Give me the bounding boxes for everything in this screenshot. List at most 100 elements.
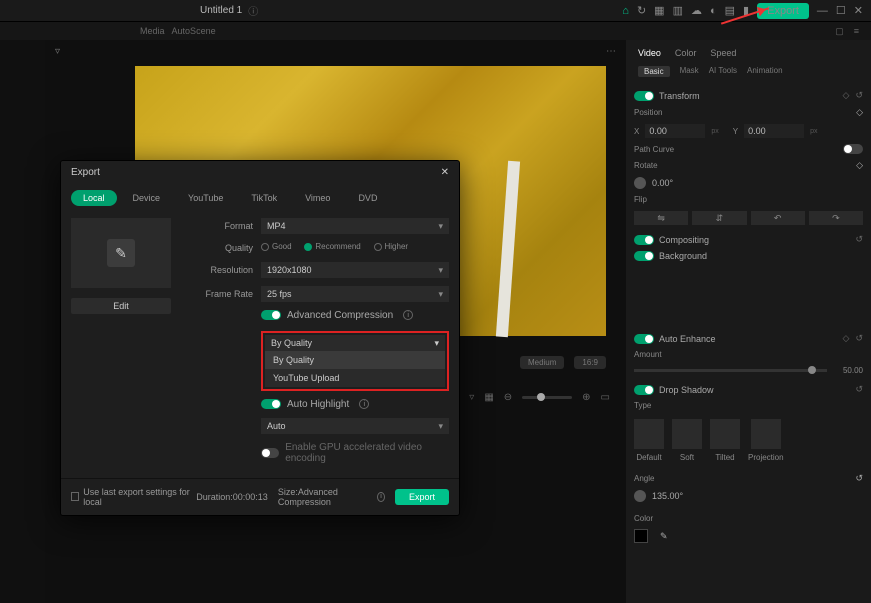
option-by-quality[interactable]: By Quality: [265, 351, 445, 369]
shadow-soft[interactable]: Soft: [672, 419, 702, 462]
rotate-ccw-button[interactable]: ↶: [751, 211, 805, 225]
subtab-animation[interactable]: Animation: [747, 66, 783, 77]
section-transform[interactable]: Transform ◇ ↺: [634, 87, 863, 104]
angle-reset-icon[interactable]: ↺: [855, 473, 863, 484]
flip-h-button[interactable]: ⇋: [634, 211, 688, 225]
reset-icon[interactable]: ↺: [855, 90, 863, 101]
dropshadow-label: Drop Shadow: [659, 385, 714, 395]
edit-button[interactable]: Edit: [71, 298, 171, 314]
grid2-icon[interactable]: ▥: [673, 4, 683, 17]
maximize-button[interactable]: ☐: [836, 4, 846, 17]
advcomp-toggle[interactable]: [261, 310, 281, 320]
amount-slider[interactable]: [634, 369, 827, 372]
zoom-in-icon[interactable]: ⊕: [582, 392, 590, 403]
more-icon[interactable]: ⋯: [606, 46, 616, 57]
pos-keyframe-icon[interactable]: ◇: [856, 107, 863, 117]
advcomp-info-icon[interactable]: i: [403, 310, 413, 320]
uselast-checkbox[interactable]: [71, 492, 79, 501]
shadow-default[interactable]: Default: [634, 419, 664, 462]
rotate-keyframe-icon[interactable]: ◇: [856, 160, 863, 171]
rotate-cw-button[interactable]: ↷: [809, 211, 863, 225]
size-info-icon[interactable]: i: [377, 492, 385, 502]
media-drop-icon[interactable]: ▿: [55, 46, 60, 57]
framerate-select[interactable]: 25 fps▾: [261, 286, 449, 302]
advcomp-select[interactable]: By Quality▾: [265, 335, 445, 351]
crumb-autoscene[interactable]: AutoScene: [172, 26, 216, 36]
ratio-pill[interactable]: 16:9: [574, 356, 606, 369]
tab-device[interactable]: Device: [121, 190, 173, 206]
tab-youtube[interactable]: YouTube: [176, 190, 235, 206]
quality-higher-radio[interactable]: Higher: [374, 242, 409, 251]
angle-knob[interactable]: [634, 490, 646, 502]
info-icon[interactable]: ⓘ: [248, 3, 258, 18]
dialog-title: Export: [71, 167, 100, 178]
tab-vimeo[interactable]: Vimeo: [293, 190, 342, 206]
minimize-button[interactable]: —: [817, 5, 828, 17]
section-compositing[interactable]: Compositing ↺: [634, 231, 863, 248]
autohighlight-info-icon[interactable]: i: [359, 399, 369, 409]
project-title: Untitled 1 ⓘ: [200, 3, 258, 18]
autoenhance-toggle[interactable]: [634, 334, 654, 344]
rotate-knob[interactable]: [634, 177, 646, 189]
autohighlight-select[interactable]: Auto▾: [261, 418, 449, 434]
tab-color[interactable]: Color: [675, 48, 697, 58]
position-y-input[interactable]: [744, 124, 804, 138]
ae-keyframe-icon[interactable]: ◇: [843, 333, 850, 344]
subtab-basic[interactable]: Basic: [638, 66, 670, 77]
grid1-icon[interactable]: ▦: [654, 4, 664, 17]
fit-icon[interactable]: ▭: [601, 392, 610, 403]
comp-reset-icon[interactable]: ↺: [855, 234, 863, 245]
crumb-media[interactable]: Media: [140, 26, 165, 36]
zoom-slider[interactable]: [522, 396, 572, 399]
header-action-2[interactable]: ≡: [854, 26, 859, 37]
background-toggle[interactable]: [634, 251, 654, 261]
section-dropshadow[interactable]: Drop Shadow ↺: [634, 381, 863, 398]
rotate-value: 0.00°: [652, 178, 673, 188]
resolution-select[interactable]: 1920x1080▾: [261, 262, 449, 278]
home-icon[interactable]: ⌂: [622, 5, 629, 17]
quality-good-radio[interactable]: Good: [261, 242, 292, 251]
eyedropper-icon[interactable]: ✎: [660, 531, 668, 542]
clock-icon[interactable]: ◐: [710, 5, 717, 17]
pathcurve-toggle[interactable]: [843, 144, 863, 154]
gpu-toggle[interactable]: [261, 448, 279, 458]
ae-reset-icon[interactable]: ↺: [855, 333, 863, 344]
layers-icon[interactable]: ▤: [725, 4, 735, 17]
cloud-icon[interactable]: ☁: [691, 4, 702, 17]
tab-speed[interactable]: Speed: [710, 48, 736, 58]
shadow-tilted[interactable]: Tilted: [710, 419, 740, 462]
quality-recommend-radio[interactable]: Recommend: [304, 242, 360, 251]
header-action-1[interactable]: ▢: [835, 26, 844, 37]
framerate-label: Frame Rate: [191, 289, 261, 299]
grid-icon[interactable]: ▦: [484, 392, 493, 403]
history-icon[interactable]: ↻: [637, 4, 646, 17]
amount-label: Amount: [634, 350, 662, 359]
tab-tiktok[interactable]: TikTok: [239, 190, 289, 206]
shadow-projection[interactable]: Projection: [748, 419, 784, 462]
keyframe-icon[interactable]: ◇: [843, 90, 850, 101]
position-x-input[interactable]: [645, 124, 705, 138]
transform-toggle[interactable]: [634, 91, 654, 101]
section-background[interactable]: Background: [634, 248, 863, 264]
subtab-mask[interactable]: Mask: [680, 66, 699, 77]
dropshadow-toggle[interactable]: [634, 385, 654, 395]
tab-local[interactable]: Local: [71, 190, 117, 206]
ds-reset-icon[interactable]: ↺: [855, 384, 863, 395]
section-autoenhance[interactable]: Auto Enhance ◇↺: [634, 330, 863, 347]
option-youtube-upload[interactable]: YouTube Upload: [265, 369, 445, 387]
compositing-toggle[interactable]: [634, 235, 654, 245]
export-confirm-button[interactable]: Export: [395, 489, 449, 505]
marker-icon[interactable]: ▿: [469, 392, 474, 403]
quality-pill[interactable]: Medium: [520, 356, 564, 369]
tab-video[interactable]: Video: [638, 48, 661, 58]
zoom-out-icon[interactable]: ⊖: [504, 392, 512, 403]
color-swatch[interactable]: [634, 529, 648, 543]
subtab-aitools[interactable]: AI Tools: [709, 66, 737, 77]
transform-label: Transform: [659, 91, 700, 101]
close-icon[interactable]: ✕: [441, 167, 449, 178]
flip-v-button[interactable]: ⇵: [692, 211, 746, 225]
tab-dvd[interactable]: DVD: [346, 190, 389, 206]
autohighlight-toggle[interactable]: [261, 399, 281, 409]
close-button[interactable]: ✕: [854, 4, 863, 17]
format-select[interactable]: MP4▾: [261, 218, 449, 234]
